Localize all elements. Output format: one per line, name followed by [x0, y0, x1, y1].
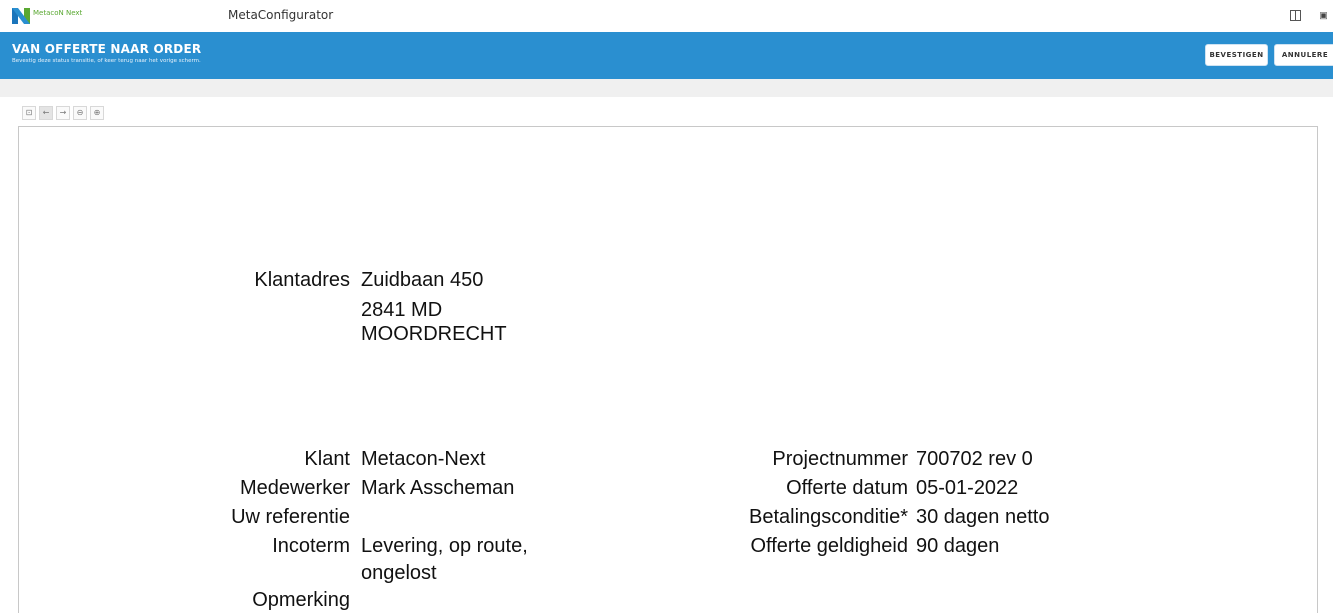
app-logo[interactable]: MetacoN Next: [12, 5, 102, 27]
cancel-button[interactable]: ANNULERE: [1274, 44, 1333, 66]
address-line-1: Zuidbaan 450: [361, 269, 484, 291]
metacon-logo-icon: [12, 7, 30, 25]
incoterm-label: Incoterm: [272, 535, 350, 557]
separator-band: [0, 79, 1333, 97]
incoterm-value-line-2: ongelost: [361, 562, 437, 584]
address-line-2: 2841 MD: [361, 299, 443, 321]
opmerking-label: Opmerking: [252, 589, 350, 611]
offerte-datum-value: 05-01-2022: [916, 477, 1019, 499]
address-label: Klantadres: [254, 269, 350, 291]
offerte-geldigheid-label: Offerte geldigheid: [750, 535, 908, 557]
forward-icon[interactable]: →: [56, 106, 70, 120]
logo-text: MetacoN Next: [33, 9, 83, 17]
viewer-toolbar: ⊡ ← → ⊖ ⊕: [22, 106, 104, 120]
app-title: MetaConfigurator: [228, 8, 334, 22]
zoom-in-icon[interactable]: ⊕: [90, 106, 104, 120]
klant-label: Klant: [304, 448, 350, 470]
user-icon[interactable]: ▣: [1318, 10, 1329, 21]
projectnummer-label: Projectnummer: [772, 448, 908, 470]
zoom-out-icon[interactable]: ⊖: [73, 106, 87, 120]
referentie-label: Uw referentie: [231, 506, 350, 528]
betalingsconditie-value: 30 dagen netto: [916, 506, 1050, 528]
offerte-geldigheid-value: 90 dagen: [916, 535, 1000, 557]
back-icon[interactable]: ←: [39, 106, 53, 120]
page-header: VAN OFFERTE NAAR ORDER Bevestig deze sta…: [0, 32, 1333, 79]
save-icon[interactable]: ⊡: [22, 106, 36, 120]
top-bar: MetacoN Next MetaConfigurator ▣: [0, 0, 1333, 32]
layout-icon[interactable]: [1290, 10, 1301, 21]
medewerker-value: Mark Asscheman: [361, 477, 515, 499]
betalingsconditie-label: Betalingsconditie*: [749, 506, 908, 528]
offerte-datum-label: Offerte datum: [786, 477, 908, 499]
address-line-3: MOORDRECHT: [361, 323, 507, 345]
confirm-button[interactable]: BEVESTIGEN: [1205, 44, 1268, 66]
medewerker-label: Medewerker: [239, 477, 350, 499]
klant-value: Metacon-Next: [361, 448, 486, 470]
projectnummer-value: 700702 rev 0: [916, 448, 1033, 470]
page-subtitle: Bevestig deze status transitie, of keer …: [12, 58, 201, 64]
page-title: VAN OFFERTE NAAR ORDER: [12, 42, 202, 56]
